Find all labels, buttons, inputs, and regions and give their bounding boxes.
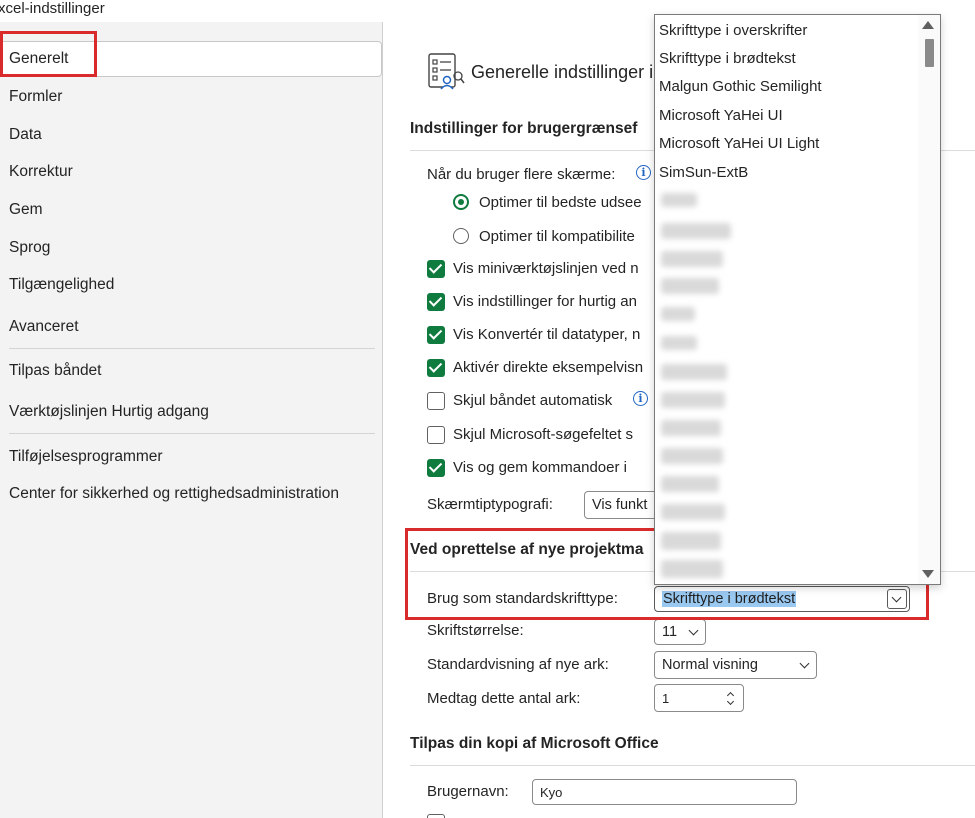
sidebar: Generelt Formler Data Korrektur Gem Spro… [0,22,383,818]
section-title-personalize: Tilpas din kopi af Microsoft Office [410,735,659,752]
font-size-label: Skriftstørrelse: [427,622,524,639]
radio-compatibility[interactable] [453,228,469,244]
default-view-select[interactable]: Normal visning [654,651,817,679]
checkbox-quick-analysis[interactable] [427,293,445,311]
info-icon[interactable]: i [633,391,648,406]
sidebar-item-generelt[interactable]: Generelt [0,41,382,77]
checkbox-convert-datatypes[interactable] [427,326,445,344]
section-title-new-workbook: Ved oprettelse af nye projektma [410,541,644,558]
blurred-font-option[interactable] [661,336,697,350]
blurred-font-option[interactable] [661,364,727,380]
multi-screen-label: Når du bruger flere skærme: [427,166,616,183]
page-heading: Generelle indstillinger i [471,62,654,82]
scroll-down-arrow-icon[interactable] [922,570,934,578]
font-size-select[interactable]: 11 [654,619,706,645]
general-settings-icon [428,53,465,90]
checkbox-mini-toolbar-label: Vis miniværktøjslinjen ved n [453,260,639,277]
sidebar-item-tilfoejelser[interactable]: Tilføjelsesprogrammer [0,439,382,475]
sidebar-item-sprog[interactable]: Sprog [0,230,382,266]
font-option[interactable]: Skrifttype i brødtekst [659,50,796,67]
checkbox-hide-search[interactable] [427,426,445,444]
sidebar-divider [9,433,375,434]
chevron-down-icon [799,658,810,669]
sidebar-item-avanceret[interactable]: Avanceret [0,309,382,345]
checkbox-live-preview[interactable] [427,359,445,377]
default-font-label: Brug som standardskrifttype: [427,590,618,607]
checkbox-show-save-commands-label: Vis og gem kommandoer i [453,459,627,476]
blurred-font-option[interactable] [661,476,719,492]
checkbox-autohide-ribbon-label: Skjul båndet automatisk [453,392,613,409]
sidebar-item-hurtig-adgang[interactable]: Værktøjslinjen Hurtig adgang [0,394,382,430]
default-font-dropdown-button[interactable] [887,589,907,609]
blurred-font-option[interactable] [661,278,719,294]
sidebar-item-korrektur[interactable]: Korrektur [0,154,382,190]
default-font-value: Skrifttype i brødtekst [662,591,797,607]
sidebar-item-gem[interactable]: Gem [0,192,382,228]
username-input[interactable]: Kyo [532,779,797,805]
font-option[interactable]: Microsoft YaHei UI Light [659,135,819,152]
username-label: Brugernavn: [427,783,509,800]
sheet-count-value: 1 [662,690,670,706]
sidebar-item-tilpas-baandet[interactable]: Tilpas båndet [0,353,382,389]
blurred-font-option[interactable] [661,223,731,239]
username-value: Kyo [540,784,563,800]
blurred-font-option[interactable] [661,560,723,578]
default-view-value: Normal visning [662,657,758,673]
section-title-ui: Indstillinger for brugergrænsef [410,120,638,137]
chevron-down-icon [688,625,699,636]
checkbox-live-preview-label: Aktivér direkte eksempelvisn [453,359,644,376]
chevron-down-icon [891,592,902,603]
window-title: xcel-indstillinger [0,0,105,17]
info-icon[interactable]: i [636,165,651,180]
blurred-font-option[interactable] [661,532,721,550]
radio-best-appearance[interactable] [453,194,469,210]
tooltip-style-label: Skærmtiptypografi: [427,496,553,513]
blurred-font-option[interactable] [661,251,723,267]
radio-best-appearance-label: Optimer til bedste udsee [479,194,642,211]
section-divider [410,765,975,766]
blurred-font-option[interactable] [661,420,721,436]
spinner-down-icon[interactable] [726,697,735,706]
blurred-font-option[interactable] [661,193,697,207]
scroll-up-arrow-icon[interactable] [922,21,934,29]
font-option[interactable]: Skrifttype i overskrifter [659,22,807,39]
blurred-font-option[interactable] [661,504,725,520]
blurred-font-option[interactable] [661,307,695,321]
radio-compatibility-label: Optimer til kompatibilite [479,228,635,245]
default-view-label: Standardvisning af nye ark: [427,656,609,673]
scrollbar-thumb[interactable] [925,39,934,67]
blurred-font-option[interactable] [661,392,725,408]
tooltip-style-value: Vis funkt [592,497,648,513]
sidebar-divider [9,348,375,349]
checkbox-mini-toolbar[interactable] [427,260,445,278]
font-size-value: 11 [662,624,678,640]
checkbox-autohide-ribbon[interactable] [427,392,445,410]
font-option[interactable]: Malgun Gothic Semilight [659,78,822,95]
font-option[interactable]: Microsoft YaHei UI [659,107,783,124]
default-font-combobox[interactable]: Skrifttype i brødtekst [654,586,910,612]
sidebar-item-tilgaengelighed[interactable]: Tilgængelighed [0,267,382,303]
sidebar-item-sikkerhedscenter[interactable]: Center for sikkerhed og rettighedsadmini… [0,476,382,512]
dropdown-scrollbar[interactable] [918,15,940,584]
sheet-count-spinner[interactable]: 1 [654,684,744,712]
checkbox-convert-datatypes-label: Vis Konvertér til datatyper, n [453,326,641,343]
sheet-count-label: Medtag dette antal ark: [427,690,581,707]
checkbox-always-use-values[interactable] [427,814,445,818]
blurred-font-option[interactable] [661,448,723,464]
checkbox-hide-search-label: Skjul Microsoft-søgefeltet s [453,426,634,443]
sidebar-item-formler[interactable]: Formler [0,79,382,115]
checkbox-quick-analysis-label: Vis indstillinger for hurtig an [453,293,637,310]
checkbox-show-save-commands[interactable] [427,459,445,477]
font-option[interactable]: SimSun-ExtB [659,164,748,181]
font-dropdown-list[interactable]: Skrifttype i overskrifter Skrifttype i b… [654,14,941,585]
sidebar-item-data[interactable]: Data [0,117,382,153]
